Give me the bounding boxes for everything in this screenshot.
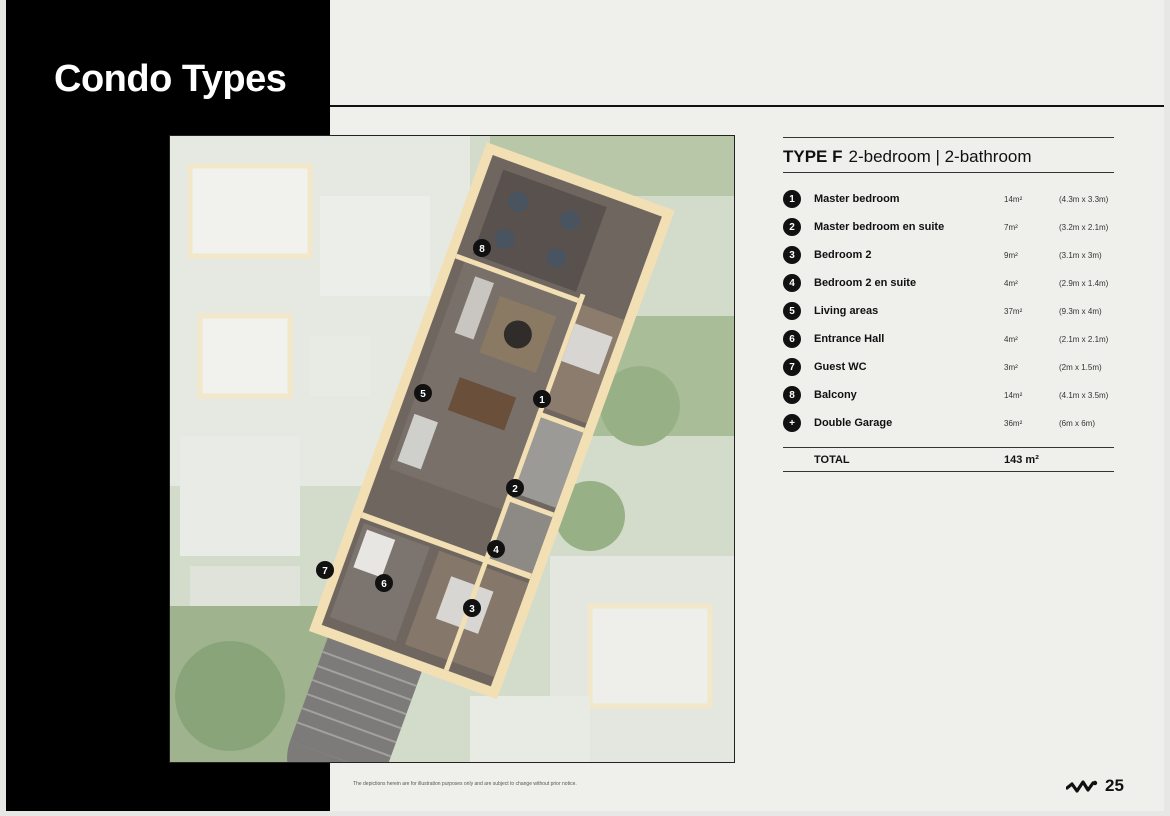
room-marker: 8 <box>783 386 801 404</box>
room-marker: 5 <box>783 302 801 320</box>
plan-marker-2: 2 <box>512 484 518 495</box>
room-dimensions: (3.1m x 3m) <box>1059 250 1102 260</box>
total-bottom-rule <box>783 471 1114 472</box>
plan-marker-5: 5 <box>420 389 426 400</box>
room-name: Master bedroom <box>814 193 900 205</box>
room-row: 1 Master bedroom 14m² (4.3m x 3.3m) <box>783 185 1114 213</box>
room-area: 4m² <box>1004 278 1018 288</box>
room-dimensions: (2.1m x 2.1m) <box>1059 334 1109 344</box>
room-name: Master bedroom en suite <box>814 221 945 233</box>
room-row: 7 Guest WC 3m² (2m x 1.5m) <box>783 353 1114 381</box>
room-row: 8 Balcony 14m² (4.1m x 3.5m) <box>783 381 1114 409</box>
room-row: 2 Master bedroom en suite 7m² (3.2m x 2.… <box>783 213 1114 241</box>
disclaimer-text: The depictions herein are for illustrati… <box>353 781 577 787</box>
page-number: 25 <box>1105 776 1124 795</box>
room-row: 3 Bedroom 2 9m² (3.1m x 3m) <box>783 241 1114 269</box>
room-name: Entrance Hall <box>814 333 885 345</box>
room-row: 6 Entrance Hall 4m² (2.1m x 2.1m) <box>783 325 1114 353</box>
total-value: 143 m² <box>1004 453 1039 466</box>
room-marker: + <box>783 414 801 432</box>
unit-type-heading: TYPE F 2-bedroom | 2-bathroom <box>783 138 1114 172</box>
header-rule <box>330 105 1164 107</box>
room-area: 14m² <box>1004 194 1023 204</box>
floor-plan-illustration: 8 1 5 2 4 7 6 3 <box>170 136 734 762</box>
floor-plan-image: 8 1 5 2 4 7 6 3 <box>169 135 735 763</box>
room-name: Guest WC <box>814 361 867 373</box>
plan-marker-6: 6 <box>381 579 387 590</box>
plan-marker-4: 4 <box>493 545 499 556</box>
room-name: Double Garage <box>814 417 893 429</box>
room-area: 36m² <box>1004 418 1023 428</box>
room-name: Living areas <box>814 305 879 317</box>
room-row: 4 Bedroom 2 en suite 4m² (2.9m x 1.4m) <box>783 269 1114 297</box>
total-block: TOTAL 143 m² <box>783 447 1114 472</box>
plan-marker-1: 1 <box>539 395 545 406</box>
plan-marker-7: 7 <box>322 566 328 577</box>
spec-head-rule <box>783 172 1114 173</box>
plan-marker-8: 8 <box>479 244 485 255</box>
unit-type-label: TYPE F <box>783 147 843 166</box>
room-marker: 3 <box>783 246 801 264</box>
room-dimensions: (3.2m x 2.1m) <box>1059 222 1109 232</box>
room-area: 14m² <box>1004 390 1023 400</box>
room-dimensions: (2m x 1.5m) <box>1059 362 1102 372</box>
plan-marker-3: 3 <box>469 604 475 615</box>
room-area: 37m² <box>1004 306 1023 316</box>
room-marker: 4 <box>783 274 801 292</box>
page-title: Condo Types <box>54 58 287 100</box>
room-row: 5 Living areas 37m² (9.3m x 4m) <box>783 297 1114 325</box>
room-area: 3m² <box>1004 362 1018 372</box>
room-dimensions: (2.9m x 1.4m) <box>1059 278 1109 288</box>
total-row: TOTAL 143 m² <box>783 448 1114 471</box>
room-dimensions: (4.3m x 3.3m) <box>1059 194 1109 204</box>
room-dimensions: (6m x 6m) <box>1059 418 1095 428</box>
room-name: Bedroom 2 <box>814 249 872 261</box>
brochure-page: Condo Types 8 1 5 2 4 7 6 3 TYPE F 2-bed… <box>6 0 1164 811</box>
brand-logo-icon <box>1066 780 1098 793</box>
room-marker: 6 <box>783 330 801 348</box>
room-marker: 1 <box>783 190 801 208</box>
room-area: 7m² <box>1004 222 1018 232</box>
room-area: 9m² <box>1004 250 1018 260</box>
room-row: + Double Garage 36m² (6m x 6m) <box>783 409 1114 437</box>
room-dimensions: (4.1m x 3.5m) <box>1059 390 1109 400</box>
room-name: Bedroom 2 en suite <box>814 277 917 289</box>
unit-specification: TYPE F 2-bedroom | 2-bathroom 1 Master b… <box>783 137 1114 472</box>
room-dimensions: (9.3m x 4m) <box>1059 306 1102 316</box>
room-area: 4m² <box>1004 334 1018 344</box>
room-marker: 7 <box>783 358 801 376</box>
total-label: TOTAL <box>814 453 850 466</box>
room-list: 1 Master bedroom 14m² (4.3m x 3.3m) 2 Ma… <box>783 185 1114 437</box>
room-name: Balcony <box>814 389 857 401</box>
unit-type-description: 2-bedroom | 2-bathroom <box>848 147 1032 166</box>
room-marker: 2 <box>783 218 801 236</box>
